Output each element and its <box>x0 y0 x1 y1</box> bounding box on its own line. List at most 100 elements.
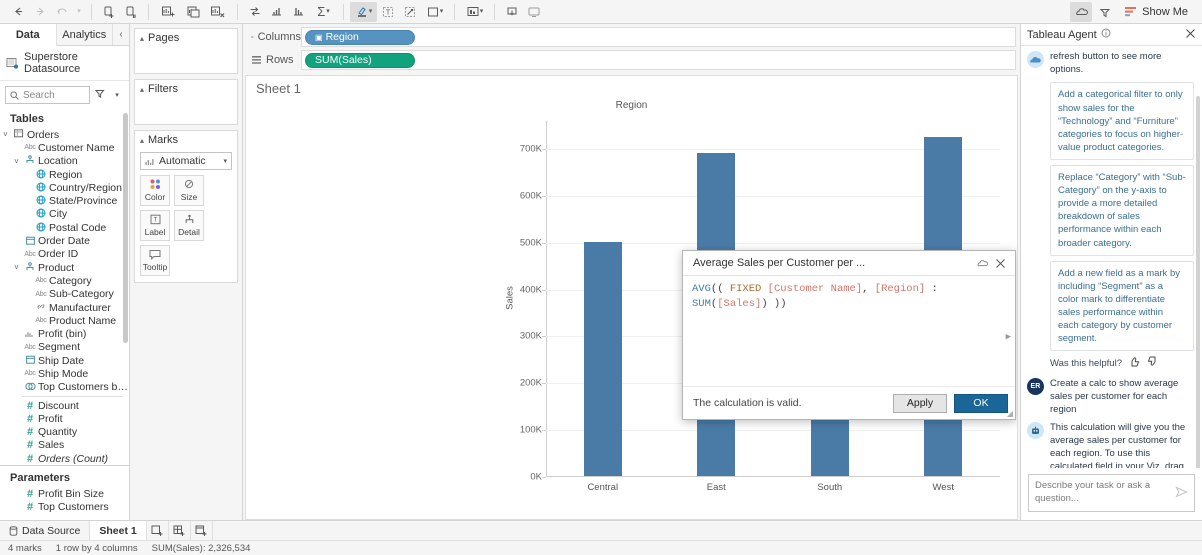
mark-type-dropdown[interactable]: Automatic ▾ <box>140 152 232 170</box>
new-story-button[interactable] <box>191 521 213 540</box>
field-item-customer-name[interactable]: Abc Customer Name <box>0 141 129 154</box>
field-item-order-id[interactable]: Abc Order ID <box>0 248 129 261</box>
marks-color-button[interactable]: Color <box>140 175 170 206</box>
back-button[interactable] <box>7 2 29 22</box>
field-item-profit[interactable]: # Profit <box>0 412 129 425</box>
columns-shelf-dropzone[interactable]: ▣ Region <box>301 27 1016 47</box>
filters-drop-zone[interactable] <box>135 98 237 124</box>
expand-caret-icon[interactable]: ˅ <box>0 130 11 139</box>
collapse-pane-icon[interactable]: ‹ <box>113 24 129 45</box>
highlight-tool-button[interactable] <box>1094 2 1116 22</box>
field-item-manufacturer[interactable]: Manufacturer <box>0 301 129 314</box>
field-item-discount[interactable]: # Discount <box>0 399 129 412</box>
clear-sheet-button[interactable] <box>204 2 231 22</box>
pill-sum-sales[interactable]: SUM(Sales) <box>305 52 415 68</box>
fit-button[interactable]: ▾ <box>421 2 448 22</box>
field-item-profit-bin-size[interactable]: # Profit Bin Size <box>0 487 129 500</box>
field-item-orders[interactable]: ˅ Orders <box>0 128 129 141</box>
calculated-field-dialog[interactable]: Average Sales per Customer per ... AVG((… <box>682 250 1016 420</box>
marks-detail-button[interactable]: Detail <box>174 210 204 241</box>
search-input[interactable]: Search <box>5 86 90 104</box>
fix-axes-button[interactable] <box>399 2 421 22</box>
close-icon[interactable] <box>1185 28 1196 42</box>
duplicate-sheet-button[interactable] <box>182 2 204 22</box>
tableau-agent-toggle-button[interactable] <box>1070 1 1093 22</box>
resize-handle-icon[interactable]: ◢ <box>1007 409 1013 418</box>
field-item-category[interactable]: Abc Category <box>0 274 129 287</box>
filter-icon[interactable] <box>93 89 107 102</box>
expand-caret-icon[interactable]: ˅ <box>11 263 22 272</box>
marks-size-button[interactable]: Size <box>174 175 204 206</box>
new-worksheet-button[interactable] <box>155 2 182 22</box>
field-item-ship-date[interactable]: Ship Date <box>0 354 129 367</box>
forward-button[interactable] <box>29 2 51 22</box>
agent-suggestion-1[interactable]: Add a categorical filter to only show sa… <box>1050 82 1194 160</box>
data-pane-scrollbar[interactable] <box>123 113 128 343</box>
new-data-source-button[interactable] <box>98 2 120 22</box>
undo-dropdown-caret[interactable]: ▾ <box>73 2 85 22</box>
agent-suggestion-2[interactable]: Replace “Category” with “Sub-Category” o… <box>1050 164 1194 256</box>
field-item-top-customers-by-p[interactable]: Top Customers by P... <box>0 381 129 394</box>
marks-tooltip-button[interactable]: Tooltip <box>140 245 170 276</box>
close-icon[interactable] <box>991 258 1009 269</box>
field-item-state-province[interactable]: State/Province <box>0 194 129 207</box>
pages-drop-zone[interactable] <box>135 47 237 73</box>
tab-data-source[interactable]: Data Source <box>0 521 91 540</box>
chevron-down-icon[interactable]: ▾ <box>110 91 124 99</box>
expand-functions-icon[interactable]: ▶ <box>1006 331 1011 344</box>
ok-button[interactable]: OK <box>954 393 1008 413</box>
show-mark-labels-button[interactable]: T <box>377 2 399 22</box>
highlighter-button[interactable]: ▾ <box>350 1 377 22</box>
tab-analytics[interactable]: Analytics <box>57 24 113 45</box>
totals-button[interactable]: Σ ▾ <box>310 2 337 22</box>
expand-caret-icon[interactable]: ˅ <box>11 157 22 166</box>
pause-auto-updates-button[interactable] <box>120 2 142 22</box>
presentation-mode-button[interactable]: ▾ <box>461 2 488 22</box>
agent-scrollbar[interactable] <box>1196 96 1200 469</box>
new-dashboard-button[interactable] <box>169 521 191 540</box>
show-me-button[interactable]: Show Me <box>1118 2 1194 22</box>
new-worksheet-button[interactable] <box>147 521 169 540</box>
pill-region[interactable]: ▣ Region <box>305 29 415 45</box>
agent-prompt-input[interactable]: Describe your task or ask a question... <box>1028 474 1195 512</box>
undo-redo-button[interactable] <box>51 2 73 22</box>
swap-rows-columns-button[interactable] <box>244 2 266 22</box>
field-item-orders-count[interactable]: # Orders (Count) <box>0 452 129 465</box>
field-item-location[interactable]: ˅ Location <box>0 155 129 168</box>
pages-card-title[interactable]: ▴ Pages <box>135 29 237 47</box>
field-item-product[interactable]: ˅ Product <box>0 261 129 274</box>
tab-sheet-1[interactable]: Sheet 1 <box>90 521 147 540</box>
sort-descending-button[interactable] <box>288 2 310 22</box>
field-item-region[interactable]: Region <box>0 168 129 181</box>
field-item-sales[interactable]: # Sales <box>0 439 129 452</box>
device-preview-button[interactable] <box>523 2 545 22</box>
field-item-postal-code[interactable]: Postal Code <box>0 221 129 234</box>
field-item-country-region[interactable]: Country/Region <box>0 181 129 194</box>
field-item-segment[interactable]: Abc Segment <box>0 341 129 354</box>
field-item-order-date[interactable]: Order Date <box>0 234 129 247</box>
field-item-profit-bin[interactable]: Profit (bin) <box>0 327 129 340</box>
field-item-product-name[interactable]: Abc Product Name <box>0 314 129 327</box>
tableau-help-icon[interactable] <box>973 257 991 269</box>
formula-editor[interactable]: AVG(( FIXED [Customer Name], [Region] : … <box>683 276 1015 386</box>
marks-card-title[interactable]: ▴ Marks <box>135 131 237 149</box>
field-item-ship-mode[interactable]: Abc Ship Mode <box>0 367 129 380</box>
field-item-quantity[interactable]: # Quantity <box>0 426 129 439</box>
field-item-sub-category[interactable]: Abc Sub-Category <box>0 288 129 301</box>
tab-data[interactable]: Data <box>0 24 57 46</box>
sort-ascending-button[interactable] <box>266 2 288 22</box>
rows-shelf-dropzone[interactable]: SUM(Sales) <box>301 50 1016 70</box>
field-item-city[interactable]: City <box>0 208 129 221</box>
field-item-top-customers[interactable]: # Top Customers <box>0 501 129 514</box>
datasource-item[interactable]: Superstore Datasource <box>0 46 129 81</box>
thumbs-down-icon[interactable] <box>1147 356 1158 370</box>
send-icon[interactable] <box>1175 486 1188 501</box>
info-icon[interactable] <box>1101 28 1111 41</box>
thumbs-up-icon[interactable] <box>1129 356 1140 370</box>
apply-button[interactable]: Apply <box>893 393 947 413</box>
marks-label-button[interactable]: T Label <box>140 210 170 241</box>
agent-suggestion-3[interactable]: Add a new field as a mark by including “… <box>1050 260 1194 352</box>
bar-mark[interactable] <box>583 241 622 476</box>
download-button[interactable] <box>501 2 523 22</box>
filters-card-title[interactable]: ▴ Filters <box>135 80 237 98</box>
